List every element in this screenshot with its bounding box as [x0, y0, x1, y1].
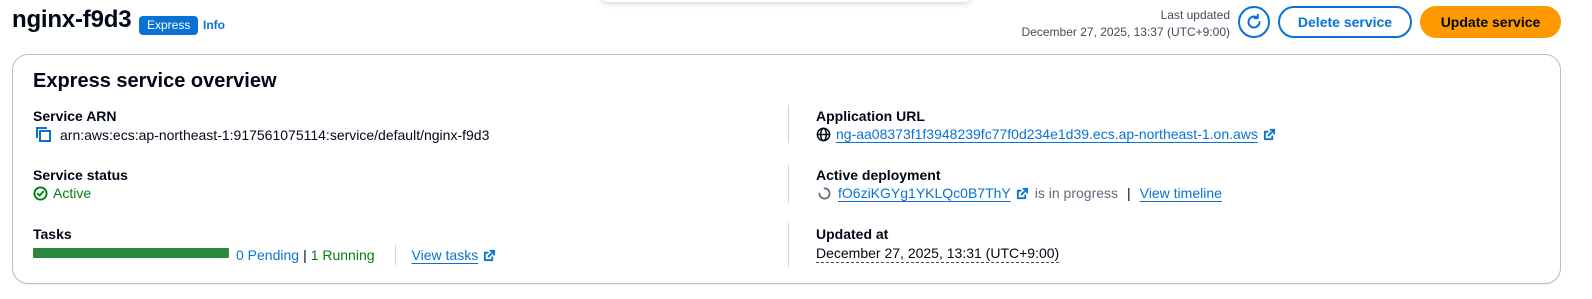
active-deployment-value: fO6ziKGYg1YKLQc0B7ThY is in progress | V…	[818, 185, 1222, 201]
tasks-pending-link[interactable]: 0 Pending	[236, 247, 299, 263]
service-arn-value: arn:aws:ecs:ap-northeast-1:917561075114:…	[35, 126, 489, 143]
tasks-progress-bar	[33, 248, 229, 258]
deployment-status-text: is in progress	[1034, 185, 1119, 201]
loading-spinner-icon	[818, 187, 831, 200]
page-header: nginx-f9d3 Express Info Last updated Dec…	[0, 0, 1592, 48]
page-title: nginx-f9d3	[12, 6, 132, 33]
card-title: Express service overview	[33, 70, 277, 92]
application-url-label: Application URL	[816, 108, 925, 124]
application-url-link[interactable]: ng-aa08373f1f3948239fc77f0d234e1d39.ecs.…	[836, 126, 1258, 142]
update-service-button[interactable]: Update service	[1420, 6, 1561, 38]
check-circle-icon	[33, 185, 48, 201]
tasks-separator: |	[303, 247, 307, 263]
last-updated: Last updated December 27, 2025, 13:37 (U…	[1022, 7, 1230, 40]
view-timeline-link[interactable]: View timeline	[1140, 185, 1222, 201]
external-link-icon[interactable]	[483, 249, 496, 262]
external-link-icon[interactable]	[1263, 128, 1276, 141]
last-updated-value: December 27, 2025, 13:37 (UTC+9:00)	[1021, 25, 1230, 39]
refresh-button[interactable]	[1238, 6, 1270, 38]
column-divider	[788, 223, 789, 267]
application-url-value: ng-aa08373f1f3948239fc77f0d234e1d39.ecs.…	[816, 126, 1276, 142]
delete-service-button[interactable]: Delete service	[1278, 6, 1412, 38]
info-link[interactable]: Info	[203, 18, 225, 32]
service-status-label: Service status	[33, 167, 128, 183]
external-link-icon[interactable]	[1016, 187, 1029, 200]
last-updated-label: Last updated	[1160, 8, 1230, 22]
updated-at-text[interactable]: December 27, 2025, 13:31 (UTC+9:00)	[816, 245, 1060, 263]
refresh-icon	[1245, 13, 1263, 31]
column-divider	[788, 105, 789, 143]
service-arn-label: Service ARN	[33, 108, 117, 124]
express-service-overview-card: Express service overview Service ARN arn…	[12, 54, 1561, 284]
updated-at-label: Updated at	[816, 226, 889, 242]
tasks-running-text: 1 Running	[310, 247, 375, 263]
service-status-value: Active	[33, 185, 91, 201]
tasks-label: Tasks	[33, 226, 72, 242]
updated-at-value: December 27, 2025, 13:31 (UTC+9:00)	[816, 245, 1060, 263]
view-tasks-link[interactable]: View tasks	[412, 247, 479, 263]
column-divider	[788, 165, 789, 203]
globe-icon	[816, 127, 831, 142]
deployment-id-link[interactable]: fO6ziKGYg1YKLQc0B7ThY	[838, 185, 1011, 201]
active-deployment-label: Active deployment	[816, 167, 941, 183]
service-status-text: Active	[53, 185, 92, 201]
tasks-value: 0 Pending | 1 Running View tasks	[236, 245, 496, 265]
deployment-separator: |	[1127, 185, 1131, 201]
tasks-progress-fill	[33, 248, 229, 258]
express-badge: Express	[139, 16, 199, 35]
copy-icon[interactable]	[35, 126, 52, 143]
tasks-divider	[394, 245, 396, 265]
service-arn-text: arn:aws:ecs:ap-northeast-1:917561075114:…	[60, 126, 490, 143]
